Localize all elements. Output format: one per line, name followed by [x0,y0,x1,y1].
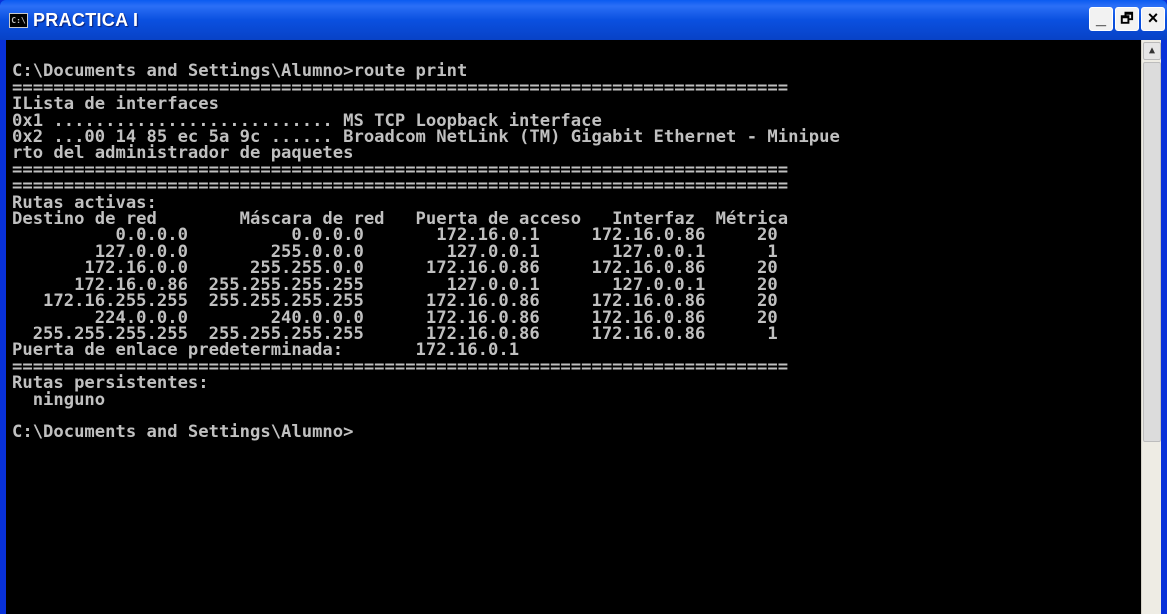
minimize-button[interactable]: _ [1089,7,1113,31]
console-line: ninguno [32,389,106,410]
title-bar[interactable]: C:\ PRACTICA I _ 🗗 × [0,0,1167,40]
vertical-scrollbar[interactable]: ▲ [1141,40,1162,614]
maximize-button[interactable]: 🗗 [1115,7,1139,31]
window-frame [1161,40,1167,614]
scroll-thumb[interactable] [1143,62,1161,442]
scroll-up-arrow-icon[interactable]: ▲ [1143,42,1161,60]
window-title: PRACTICA I [33,10,139,30]
console-output-area[interactable]: C:\Documents and Settings\Alumno>route p… [6,40,1141,614]
console-window: C:\ PRACTICA I _ 🗗 × C:\Documents and Se… [0,0,1167,614]
console-line: C:\Documents and Settings\Alumno> [12,422,354,443]
console-text: C:\Documents and Settings\Alumno>route p… [12,47,840,441]
console-icon[interactable]: C:\ [9,13,28,28]
close-button[interactable]: × [1141,7,1165,31]
